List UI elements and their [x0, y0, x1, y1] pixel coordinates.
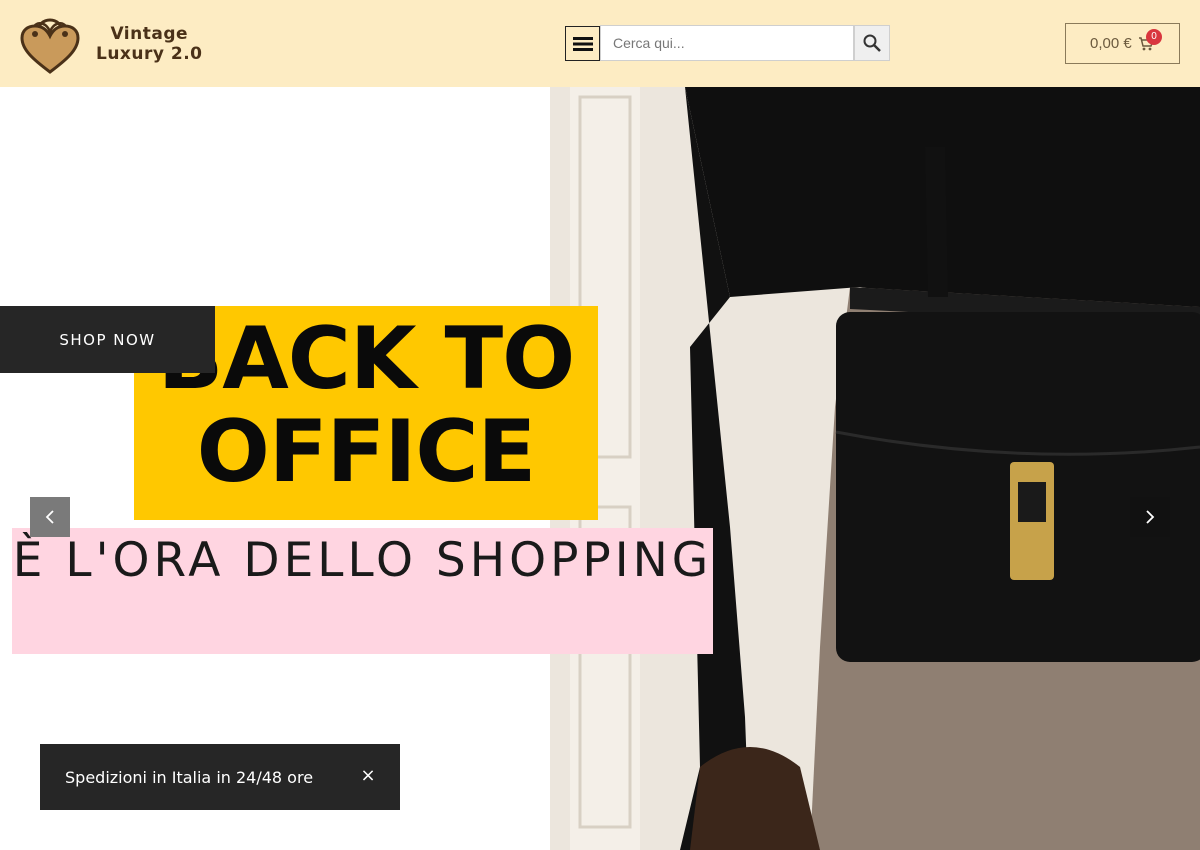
hamburger-menu-icon: [572, 36, 593, 51]
heart-bag-logo[interactable]: [20, 10, 80, 76]
brand-line-1: Vintage: [110, 24, 189, 44]
hero-title-line-2: OFFICE: [196, 402, 536, 502]
handbag-photo: [550, 87, 1200, 850]
shipping-notice: Spedizioni in Italia in 24/48 ore ×: [40, 744, 400, 810]
cart-total: 0,00 €: [1090, 35, 1132, 52]
slider-next-button[interactable]: [1130, 497, 1170, 537]
chevron-left-icon: [45, 510, 54, 524]
close-icon[interactable]: ×: [358, 766, 378, 786]
search-input[interactable]: [600, 25, 854, 61]
search-icon: [863, 34, 881, 52]
site-header: Vintage Luxury 2.0 0,00 € 0: [0, 0, 1200, 87]
slider-prev-button[interactable]: [30, 497, 70, 537]
hero-product-image: [550, 87, 1200, 850]
cart-count-badge: 0: [1146, 29, 1162, 45]
search-button[interactable]: [854, 25, 890, 61]
brand-line-2: Luxury 2.0: [96, 44, 203, 64]
shop-now-button[interactable]: SHOP NOW: [0, 306, 215, 373]
shipping-notice-text: Spedizioni in Italia in 24/48 ore: [65, 767, 314, 787]
hero-subtitle: È L'ORA DELLO SHOPPING: [12, 533, 713, 588]
chevron-right-icon: [1146, 510, 1155, 524]
brand-name[interactable]: Vintage Luxury 2.0: [96, 24, 203, 64]
menu-button[interactable]: [565, 26, 600, 61]
cart-button[interactable]: 0,00 €: [1065, 23, 1180, 64]
